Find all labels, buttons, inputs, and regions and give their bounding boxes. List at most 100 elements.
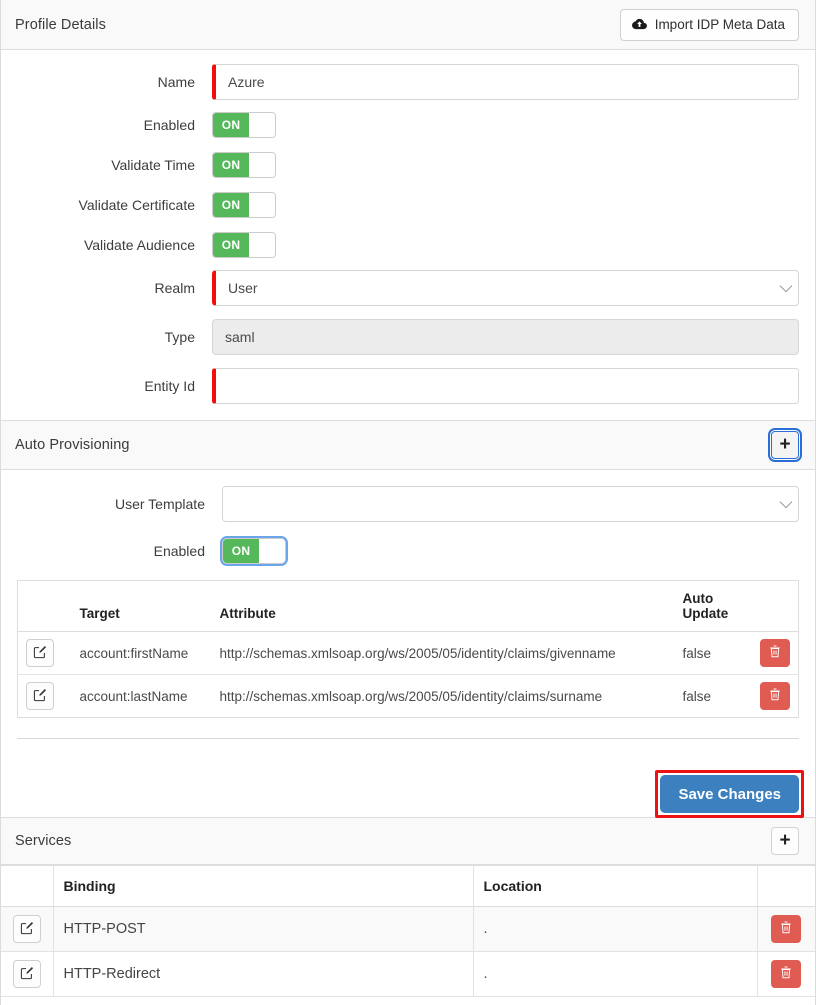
plus-icon: +: [779, 434, 791, 455]
auto-provisioning-header: Auto Provisioning +: [1, 420, 815, 470]
validate-audience-toggle[interactable]: ON: [212, 232, 276, 258]
table-header-row: Binding Location: [1, 865, 815, 907]
entity-id-input[interactable]: [212, 368, 799, 404]
field-row-realm: Realm User: [17, 270, 799, 306]
add-service-button[interactable]: +: [771, 827, 799, 855]
profile-details-header: Profile Details Import IDP Meta Data: [1, 0, 815, 50]
validate-certificate-label: Validate Certificate: [78, 197, 195, 213]
cell-auto-update: false: [682, 688, 712, 704]
trash-icon: [780, 966, 792, 982]
plus-icon: +: [779, 830, 791, 851]
edit-service-button[interactable]: [12, 915, 41, 943]
realm-selected-value: User: [228, 280, 258, 296]
edit-service-button[interactable]: [12, 960, 41, 988]
pencil-square-icon: [20, 921, 34, 938]
cell-target: account:lastName: [79, 688, 188, 704]
delete-row-button[interactable]: [760, 639, 790, 667]
user-template-select[interactable]: [222, 486, 799, 522]
cell-binding: HTTP-POST: [53, 906, 474, 952]
header-target: Target: [71, 580, 212, 632]
chevron-down-icon: [779, 495, 793, 509]
edit-row-button[interactable]: [26, 639, 54, 667]
chevron-down-icon: [779, 279, 793, 293]
import-idp-meta-data-button[interactable]: Import IDP Meta Data: [619, 8, 799, 41]
header-binding: Binding: [53, 865, 474, 907]
auto-provisioning-title: Auto Provisioning: [15, 437, 130, 453]
add-auto-provisioning-button[interactable]: +: [768, 428, 802, 462]
validate-time-label: Validate Time: [111, 157, 195, 173]
pencil-square-icon: [20, 966, 34, 983]
provisioning-enabled-toggle-state: ON: [223, 539, 259, 563]
field-row-name: Name: [17, 64, 799, 100]
profile-details-form: Name Enabled ON Validate Time ON: [1, 50, 815, 420]
trash-icon: [769, 645, 781, 661]
enabled-label: Enabled: [143, 117, 195, 133]
table-row: account:firstName http://schemas.xmlsoap…: [17, 631, 799, 675]
type-input: [212, 319, 799, 355]
cell-delete: [747, 675, 799, 718]
cell-edit: [18, 675, 72, 718]
validate-certificate-toggle-state: ON: [213, 193, 249, 217]
pencil-square-icon: [33, 645, 47, 662]
validate-time-toggle-knob: [249, 153, 275, 177]
cloud-upload-icon: [631, 18, 647, 31]
save-button-annotation: Save Changes: [655, 770, 804, 818]
entity-id-label: Entity Id: [144, 378, 195, 394]
field-row-enabled: Enabled ON: [17, 110, 799, 140]
table-row: account:lastName http://schemas.xmlsoap.…: [18, 675, 799, 718]
cell-delete: [746, 631, 799, 675]
provisioning-enabled-toggle[interactable]: ON: [220, 536, 288, 566]
enabled-toggle[interactable]: ON: [212, 112, 276, 138]
name-label: Name: [157, 74, 195, 90]
auto-provisioning-table-wrap: Target Attribute Auto Update account:fir…: [1, 580, 815, 732]
field-row-validate-time: Validate Time ON: [17, 150, 799, 180]
page-title: Profile Details: [15, 16, 106, 33]
cell-attribute: http://schemas.xmlsoap.org/ws/2005/05/id…: [219, 688, 603, 704]
validate-time-toggle-state: ON: [213, 153, 249, 177]
field-row-provisioning-enabled: Enabled ON: [17, 536, 799, 566]
header-actions: [17, 580, 72, 632]
services-title: Services: [15, 833, 72, 849]
user-template-label: User Template: [114, 496, 205, 512]
cell-edit: [1, 906, 54, 952]
realm-select[interactable]: User: [212, 270, 799, 306]
validate-audience-toggle-knob: [249, 233, 275, 257]
table-header-row: Target Attribute Auto Update: [17, 580, 799, 632]
edit-row-button[interactable]: [26, 682, 54, 710]
cell-location: .: [473, 951, 758, 997]
field-row-user-template: User Template: [17, 486, 799, 522]
table-row: HTTP-POST .: [1, 906, 815, 952]
cell-delete: [757, 906, 815, 952]
field-row-entity-id: Entity Id: [17, 368, 799, 404]
delete-service-button[interactable]: [771, 915, 802, 943]
trash-icon: [780, 921, 792, 937]
provisioning-enabled-label: Enabled: [153, 543, 205, 559]
name-input[interactable]: [212, 64, 799, 100]
validate-audience-toggle-state: ON: [213, 233, 249, 257]
cell-location: .: [473, 906, 758, 952]
header-attribute: Attribute: [211, 580, 675, 632]
delete-row-button[interactable]: [760, 682, 790, 710]
auto-provisioning-form: User Template Enabled ON: [1, 470, 815, 580]
delete-service-button[interactable]: [771, 960, 802, 988]
provisioning-enabled-toggle-knob: [259, 539, 285, 563]
save-changes-button[interactable]: Save Changes: [660, 775, 799, 813]
cell-target: account:firstName: [71, 631, 212, 675]
auto-provisioning-table: Target Attribute Auto Update account:fir…: [17, 580, 799, 718]
pencil-square-icon: [33, 688, 47, 705]
validate-certificate-toggle[interactable]: ON: [212, 192, 276, 218]
header-actions: [1, 865, 54, 907]
realm-label: Realm: [154, 280, 195, 296]
cell-edit: [1, 951, 54, 997]
validate-certificate-toggle-knob: [249, 193, 275, 217]
import-button-label: Import IDP Meta Data: [654, 17, 785, 32]
header-delete: [757, 865, 815, 907]
cell-binding: HTTP-Redirect: [53, 951, 474, 997]
cell-delete: [757, 951, 815, 997]
type-label: Type: [164, 329, 195, 345]
profile-details-page: Profile Details Import IDP Meta Data Nam…: [0, 0, 816, 1005]
cell-edit: [17, 631, 72, 675]
validate-time-toggle[interactable]: ON: [212, 152, 276, 178]
header-delete: [746, 580, 799, 632]
cell-attribute: http://schemas.xmlsoap.org/ws/2005/05/id…: [211, 631, 675, 675]
